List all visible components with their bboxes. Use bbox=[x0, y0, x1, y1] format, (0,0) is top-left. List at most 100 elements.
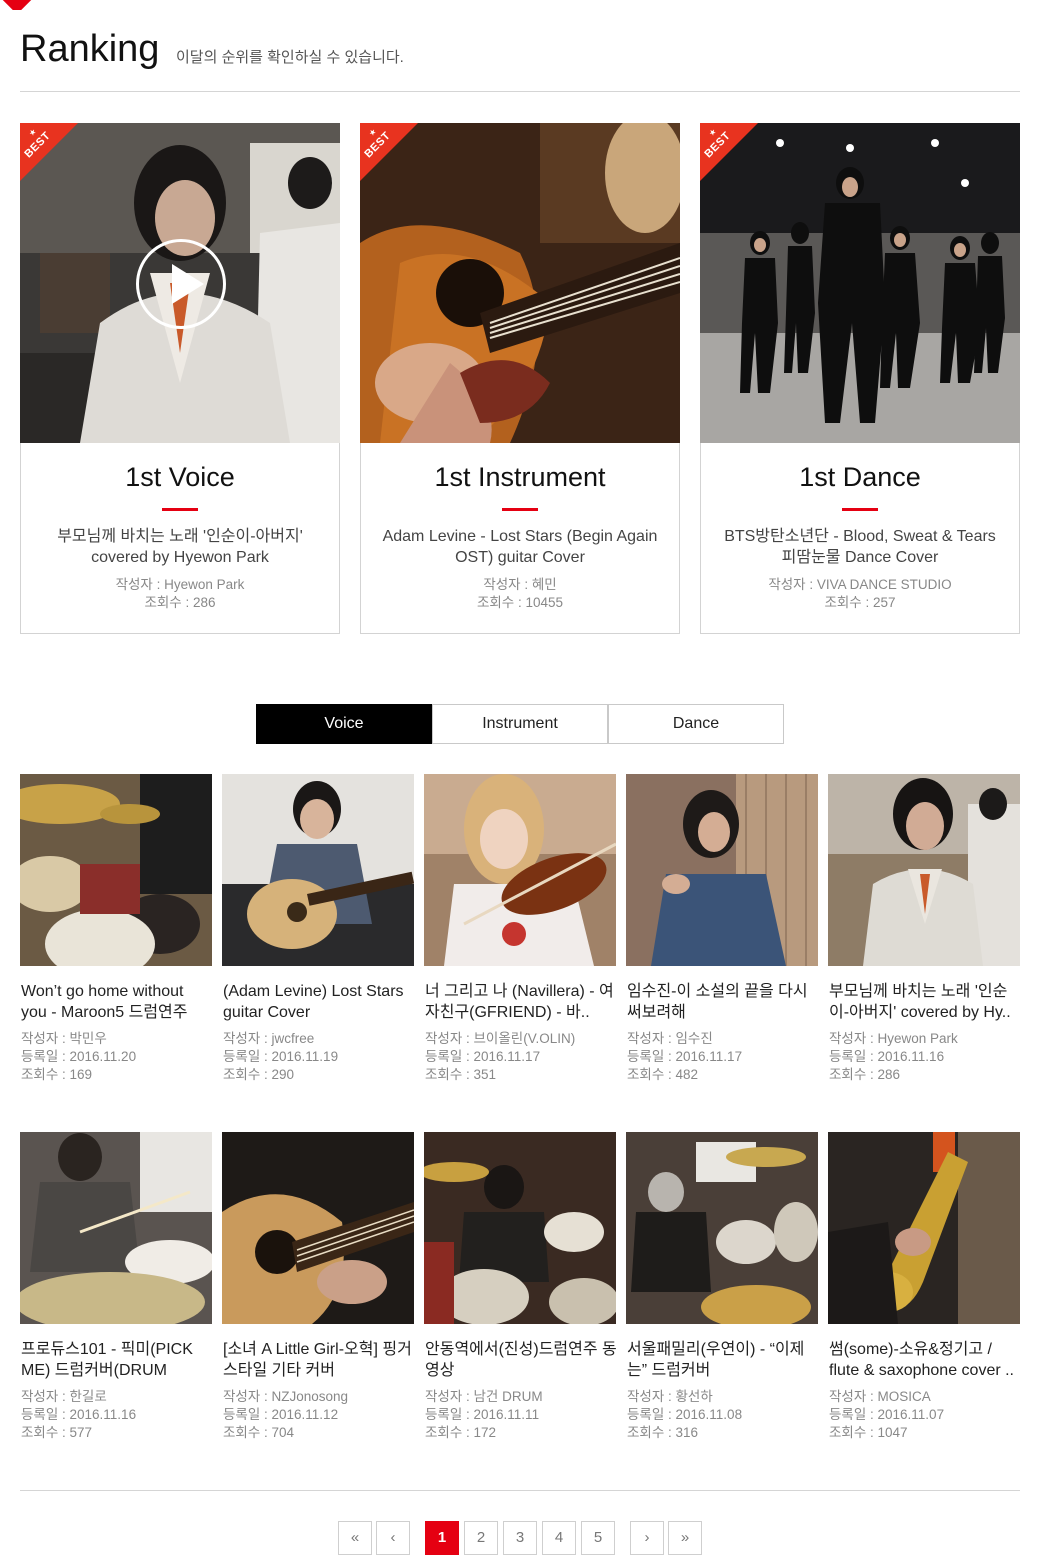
play-icon[interactable] bbox=[136, 239, 226, 329]
item-views: 조회수 : 704 bbox=[223, 1425, 295, 1440]
best-author: 작성자 : 혜민 bbox=[483, 577, 557, 592]
page-title: Ranking bbox=[20, 28, 160, 70]
video-thumbnail[interactable] bbox=[20, 774, 212, 966]
list-item[interactable]: [소녀 A Little Girl-오혁] 핑거스타일 기타 커버 작성자 : … bbox=[222, 1132, 414, 1452]
item-title[interactable]: 프로듀스101 - 픽미(PICK ME) 드럼커버(DRUM COV.. bbox=[21, 1339, 213, 1381]
tab-voice[interactable]: Voice bbox=[256, 704, 432, 744]
page-5-button[interactable]: 5 bbox=[581, 1521, 615, 1555]
item-author: 작성자 : 한길로 bbox=[21, 1389, 107, 1404]
item-views: 조회수 : 1047 bbox=[829, 1425, 908, 1440]
item-date: 등록일 : 2016.11.17 bbox=[627, 1049, 743, 1064]
item-title[interactable]: (Adam Levine) Lost Stars guitar Cover bbox=[223, 981, 415, 1023]
item-title[interactable]: 부모님께 바치는 노래 '인순이-아버지' covered by Hy.. bbox=[829, 981, 1021, 1023]
best-author: 작성자 : VIVA DANCE STUDIO bbox=[768, 577, 952, 592]
item-views: 조회수 : 351 bbox=[425, 1067, 497, 1082]
best-ranking-row: ★ BEST 1st Voice 부모님께 바치는 노래 '인순이-아버지' c… bbox=[20, 123, 1020, 635]
best-card-voice[interactable]: ★ BEST 1st Voice 부모님께 바치는 노래 '인순이-아버지' c… bbox=[20, 123, 340, 634]
item-title[interactable]: 너 그리고 나 (Navillera) - 여자친구(GFRIEND) - 바.… bbox=[425, 981, 617, 1023]
best-title[interactable]: BTS방탄소년단 - Blood, Sweat & Tears 피땀눈물 Dan… bbox=[721, 526, 999, 568]
page-subtitle: 이달의 순위를 확인하실 수 있습니다. bbox=[176, 49, 404, 66]
item-author: 작성자 : 박민우 bbox=[21, 1031, 107, 1046]
red-divider bbox=[162, 508, 198, 511]
page-2-button[interactable]: 2 bbox=[464, 1521, 498, 1555]
corner-accent bbox=[0, 0, 34, 10]
best-title[interactable]: Adam Levine - Lost Stars (Begin Again OS… bbox=[381, 526, 659, 568]
best-title[interactable]: 부모님께 바치는 노래 '인순이-아버지' covered by Hyewon … bbox=[41, 526, 319, 568]
best-ribbon: ★ BEST bbox=[20, 123, 78, 181]
item-views: 조회수 : 286 bbox=[829, 1067, 901, 1082]
video-thumbnail[interactable] bbox=[222, 774, 414, 966]
video-thumbnail[interactable] bbox=[626, 1132, 818, 1324]
category-tabs: Voice Instrument Dance bbox=[256, 704, 784, 744]
item-author: 작성자 : MOSICA bbox=[829, 1389, 931, 1404]
best-ribbon: ★ BEST bbox=[700, 123, 758, 181]
item-date: 등록일 : 2016.11.19 bbox=[223, 1049, 339, 1064]
best-category: 1st Voice bbox=[125, 462, 235, 492]
list-item[interactable]: 서울패밀리(우연이) - “이제는” 드럼커버 작성자 : 황선하 등록일 : … bbox=[626, 1132, 818, 1452]
item-title[interactable]: 임수진-이 소설의 끝을 다시 써보려해 bbox=[627, 981, 819, 1023]
list-item[interactable]: 부모님께 바치는 노래 '인순이-아버지' covered by Hy.. 작성… bbox=[828, 774, 1020, 1094]
best-category: 1st Instrument bbox=[434, 462, 606, 492]
page-3-button[interactable]: 3 bbox=[503, 1521, 537, 1555]
item-views: 조회수 : 290 bbox=[223, 1067, 295, 1082]
item-date: 등록일 : 2016.11.08 bbox=[627, 1407, 743, 1422]
item-date: 등록일 : 2016.11.16 bbox=[829, 1049, 945, 1064]
video-thumbnail[interactable] bbox=[424, 1132, 616, 1324]
next-page-button[interactable]: › bbox=[630, 1521, 664, 1555]
pagination-divider bbox=[20, 1490, 1020, 1491]
item-title[interactable]: [소녀 A Little Girl-오혁] 핑거스타일 기타 커버 bbox=[223, 1339, 415, 1381]
item-author: 작성자 : Hyewon Park bbox=[829, 1031, 958, 1046]
item-title[interactable]: 서울패밀리(우연이) - “이제는” 드럼커버 bbox=[627, 1339, 819, 1381]
best-views: 조회수 : 10455 bbox=[476, 595, 564, 610]
best-author: 작성자 : Hyewon Park bbox=[115, 577, 245, 592]
video-thumbnail[interactable] bbox=[20, 1132, 212, 1324]
item-title[interactable]: 썸(some)-소유&정기고 / flute & saxophone cover… bbox=[829, 1339, 1021, 1381]
tab-instrument[interactable]: Instrument bbox=[432, 704, 608, 744]
item-author: 작성자 : 브이올린(V.OLIN) bbox=[425, 1031, 576, 1046]
list-item[interactable]: 안동역에서(진성)드럼연주 동영상 작성자 : 남건 DRUM 등록일 : 20… bbox=[424, 1132, 617, 1452]
page-1-button[interactable]: 1 bbox=[425, 1521, 459, 1555]
red-divider bbox=[502, 508, 538, 511]
list-item[interactable]: 썸(some)-소유&정기고 / flute & saxophone cover… bbox=[828, 1132, 1020, 1452]
item-views: 조회수 : 482 bbox=[627, 1067, 699, 1082]
list-item[interactable]: Won’t go home without you - Maroon5 드럼연주… bbox=[20, 774, 212, 1094]
best-ribbon: ★ BEST bbox=[360, 123, 418, 181]
red-divider bbox=[842, 508, 878, 511]
page-4-button[interactable]: 4 bbox=[542, 1521, 576, 1555]
best-card-dance[interactable]: ★ BEST 1st Dance BTS방탄소년단 - Blood, Sweat… bbox=[700, 123, 1020, 634]
last-page-button[interactable]: » bbox=[668, 1521, 702, 1555]
best-views: 조회수 : 286 bbox=[144, 595, 216, 610]
tab-dance[interactable]: Dance bbox=[608, 704, 784, 744]
item-views: 조회수 : 577 bbox=[21, 1425, 93, 1440]
item-date: 등록일 : 2016.11.17 bbox=[425, 1049, 541, 1064]
list-item[interactable]: 임수진-이 소설의 끝을 다시 써보려해 작성자 : 임수진 등록일 : 201… bbox=[626, 774, 818, 1094]
item-author: 작성자 : 황선하 bbox=[627, 1389, 713, 1404]
item-title[interactable]: Won’t go home without you - Maroon5 드럼연주 bbox=[21, 981, 213, 1023]
best-category: 1st Dance bbox=[799, 462, 921, 492]
video-thumbnail[interactable] bbox=[222, 1132, 414, 1324]
item-views: 조회수 : 316 bbox=[627, 1425, 699, 1440]
item-views: 조회수 : 172 bbox=[425, 1425, 497, 1440]
item-author: 작성자 : NZJonosong bbox=[223, 1389, 349, 1404]
item-date: 등록일 : 2016.11.20 bbox=[21, 1049, 137, 1064]
first-page-button[interactable]: « bbox=[338, 1521, 372, 1555]
item-date: 등록일 : 2016.11.12 bbox=[223, 1407, 339, 1422]
item-views: 조회수 : 169 bbox=[21, 1067, 93, 1082]
video-thumbnail[interactable] bbox=[626, 774, 818, 966]
item-author: 작성자 : 임수진 bbox=[627, 1031, 713, 1046]
item-date: 등록일 : 2016.11.11 bbox=[425, 1407, 540, 1422]
page-header: Ranking 이달의 순위를 확인하실 수 있습니다. bbox=[20, 20, 1020, 92]
video-thumbnail[interactable] bbox=[828, 774, 1020, 966]
video-thumbnail[interactable] bbox=[424, 774, 616, 966]
item-date: 등록일 : 2016.11.07 bbox=[829, 1407, 945, 1422]
item-title[interactable]: 안동역에서(진성)드럼연주 동영상 bbox=[425, 1339, 617, 1381]
prev-page-button[interactable]: ‹ bbox=[376, 1521, 410, 1555]
list-item[interactable]: 프로듀스101 - 픽미(PICK ME) 드럼커버(DRUM COV.. 작성… bbox=[20, 1132, 212, 1452]
best-card-instrument[interactable]: ★ BEST 1st Instrument Adam Levine - Lost… bbox=[360, 123, 680, 634]
video-thumbnail[interactable] bbox=[828, 1132, 1020, 1324]
list-item[interactable]: (Adam Levine) Lost Stars guitar Cover 작성… bbox=[222, 774, 414, 1094]
best-views: 조회수 : 257 bbox=[824, 595, 896, 610]
item-author: 작성자 : 남건 DRUM bbox=[425, 1389, 543, 1404]
list-item[interactable]: 너 그리고 나 (Navillera) - 여자친구(GFRIEND) - 바.… bbox=[424, 774, 616, 1094]
item-author: 작성자 : jwcfree bbox=[223, 1031, 315, 1046]
